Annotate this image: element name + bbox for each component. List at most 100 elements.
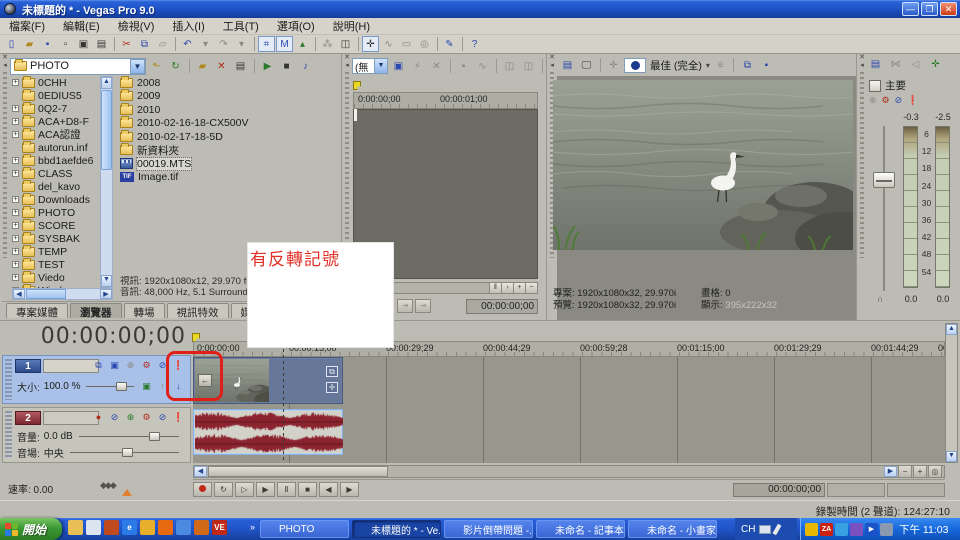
tree-item[interactable]: + Downloads [12, 193, 100, 206]
toolbar-icon[interactable] [355, 36, 361, 52]
event-fx-icon[interactable]: ✛ [326, 382, 338, 393]
timeline-vertical-scrollbar[interactable]: ▲ ▼ [945, 323, 958, 463]
volume-slider[interactable] [79, 432, 179, 441]
quick-launch-icon[interactable] [194, 520, 209, 535]
toolbar-icon[interactable]: ▱ [154, 36, 171, 52]
task-button[interactable]: 未命名 - 記事本 [536, 520, 625, 538]
toolbar-icon[interactable]: ⁂ [319, 36, 336, 52]
toolbar-icon[interactable]: ? [466, 36, 483, 52]
transport-button[interactable]: ◀ [319, 482, 338, 497]
scroll-down-icon[interactable]: ▼ [101, 275, 112, 287]
track-icon[interactable]: ● [92, 411, 105, 424]
trimmer-marker-flag-icon[interactable] [353, 81, 361, 90]
expander-icon[interactable]: + [12, 274, 19, 281]
expander-icon[interactable]: + [12, 118, 19, 125]
expander-icon[interactable]: + [12, 105, 19, 112]
volume-value[interactable]: 0.0 dB [44, 431, 73, 442]
tree-item[interactable]: + TEST [12, 258, 100, 271]
file-item[interactable]: 2010-02-16-18-CX500V [120, 117, 341, 131]
expander-icon[interactable]: + [12, 196, 19, 203]
trimmer-cursor[interactable] [354, 109, 357, 121]
pan-slider[interactable] [70, 448, 179, 457]
zoom-tool-icon[interactable]: ◎ [928, 465, 942, 478]
selection-start-field[interactable] [827, 483, 885, 497]
trimmer-scroll-button[interactable]: ‖ [489, 283, 501, 293]
transport-button[interactable]: ▶ [340, 482, 359, 497]
tree-item[interactable]: + 0CHH [12, 76, 100, 89]
trimmer-toolbar-icon[interactable]: ▣ [390, 58, 407, 74]
quick-launch-icon[interactable] [86, 520, 101, 535]
mixer-toolbar-icon[interactable]: ◁ [907, 56, 924, 72]
audio-event[interactable] [193, 409, 343, 455]
tree-item[interactable]: + SYSBAK [12, 232, 100, 245]
expander-icon[interactable]: + [12, 261, 19, 268]
toolbar-icon[interactable]: ⧉ [136, 36, 153, 52]
trimmer-select-arrow-button[interactable]: ⇥ [415, 299, 431, 313]
scroll-left-icon[interactable]: ◀ [13, 289, 25, 299]
track-grip[interactable] [5, 411, 12, 459]
track-icon[interactable]: ⚙ [140, 411, 153, 424]
audio-track-header[interactable]: 2 ●⊘⊕⚙⊘❗ 音量: 0.0 dB 音場: 中央 [2, 407, 191, 463]
toolbar-icon[interactable]: ▣ [75, 36, 92, 52]
tree-item[interactable]: + SCORE [12, 219, 100, 232]
task-button[interactable]: 未標題的 * - Ve... [352, 520, 441, 538]
file-item[interactable]: 2008 [120, 76, 341, 90]
trimmer-toolbar-icon[interactable] [493, 58, 499, 74]
menu-item[interactable]: 檢視(V) [109, 18, 164, 34]
toolbar-icon[interactable]: ▤ [93, 36, 110, 52]
scroll-thumb[interactable] [101, 90, 112, 170]
preview-toolbar-icon[interactable]: ▤ [559, 57, 576, 73]
toolbar-icon[interactable] [434, 36, 440, 52]
trimmer-toolbar-icon[interactable] [539, 58, 545, 74]
tree-item[interactable]: + Viedo [12, 271, 100, 284]
dock-tab[interactable]: 瀏覽器 [70, 303, 122, 318]
track-number[interactable]: 1 [15, 359, 41, 373]
preview-toolbar-icon[interactable]: ▪ [758, 57, 775, 73]
toolbar-icon[interactable] [172, 36, 178, 52]
quick-launch-icon[interactable] [104, 520, 119, 535]
toolbar-icon[interactable]: ◫ [337, 36, 354, 52]
menu-item[interactable]: 編輯(E) [54, 18, 109, 34]
quick-launch-icon[interactable] [140, 520, 155, 535]
expander-icon[interactable]: + [12, 209, 19, 216]
bus-icon[interactable]: ❗ [907, 95, 918, 106]
file-item[interactable]: 2010 [120, 103, 341, 117]
preview-toolbar-icon[interactable] [731, 57, 737, 73]
toolbar-icon[interactable]: M [276, 36, 293, 52]
toolbar-icon[interactable]: ↶ [179, 36, 196, 52]
trimmer-toolbar-icon[interactable] [447, 58, 453, 74]
track-icon[interactable]: ⊘ [156, 411, 169, 424]
toolbar-icon[interactable]: ✛ [362, 36, 379, 52]
explorer-toolbar-icon[interactable] [251, 58, 257, 74]
trimmer-toolbar-icon[interactable]: ▪ [455, 58, 472, 74]
chevron-down-icon[interactable]: ▾ [706, 61, 710, 70]
pen-icon[interactable] [773, 523, 782, 535]
fader-lock-icon[interactable]: ∩ [877, 294, 883, 304]
explorer-toolbar-icon[interactable]: ■ [278, 58, 295, 74]
bus-minimize-icon[interactable] [869, 80, 881, 92]
preview-toolbar-icon[interactable]: ≡ [712, 57, 729, 73]
pan-crop-icon[interactable]: ⧉ [326, 366, 338, 377]
scroll-right-icon[interactable]: ▶ [884, 466, 897, 477]
master-fader-handle[interactable] [873, 172, 895, 188]
preview-toolbar-icon[interactable]: 🖵 [578, 57, 595, 73]
transport-button[interactable]: ↻ [214, 482, 233, 497]
scroll-thumb[interactable] [26, 289, 66, 299]
quick-launch-icon[interactable]: VE [212, 520, 227, 535]
toolbar-icon[interactable]: ▭ [398, 36, 415, 52]
toolbar-icon[interactable] [312, 36, 318, 52]
preview-toolbar-icon[interactable]: ✛ [605, 57, 622, 73]
file-item[interactable]: 2010-02-17-18-5D [120, 130, 341, 144]
explorer-toolbar-icon[interactable]: ♪ [297, 58, 314, 74]
mixer-toolbar-icon[interactable]: ✛ [927, 56, 944, 72]
transport-button[interactable]: ▷ [235, 482, 254, 497]
toolbar-icon[interactable]: ▾ [233, 36, 250, 52]
track-icon[interactable]: ⚙ [140, 359, 153, 372]
trimmer-toolbar-icon[interactable]: ⚡ [409, 58, 426, 74]
scroll-up-icon[interactable]: ▲ [101, 77, 112, 89]
menu-item[interactable]: 插入(I) [163, 18, 213, 34]
selection-length-field[interactable] [887, 483, 945, 497]
toolbar-icon[interactable]: ∿ [380, 36, 397, 52]
video-preview-display[interactable] [553, 80, 853, 250]
track-icon[interactable]: ▣ [140, 380, 153, 393]
